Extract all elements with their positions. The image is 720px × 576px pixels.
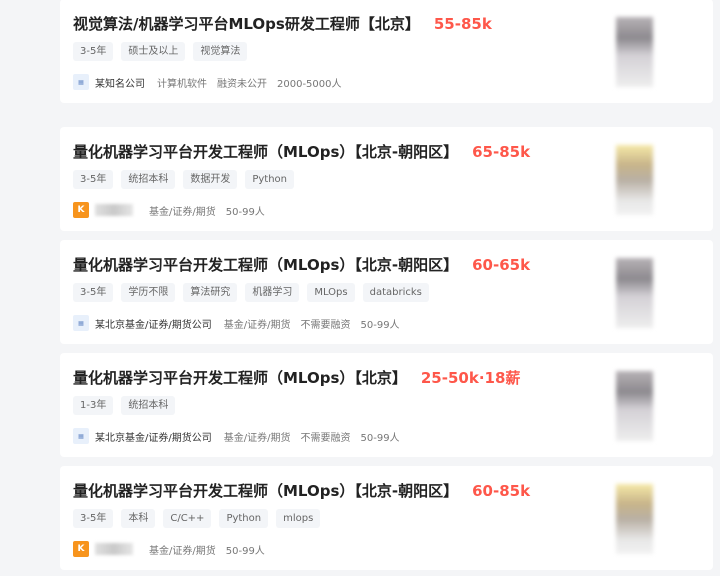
company-info: ▦ 某知名公司 计算机软件 融资未公开 2000-5000人 xyxy=(73,74,352,90)
job-title[interactable]: 视觉算法/机器学习平台MLOps研发工程师【北京】 xyxy=(73,13,420,34)
tag-skill: 数据开发 xyxy=(183,170,238,189)
recruiter-avatar[interactable] xyxy=(616,17,653,87)
tag-skill: C/C++ xyxy=(163,509,212,528)
company-size: 2000-5000人 xyxy=(277,78,342,90)
company-size: 50-99人 xyxy=(225,545,265,557)
job-list: 视觉算法/机器学习平台MLOps研发工程师【北京】 55-85k 3-5年 硕士… xyxy=(0,0,720,576)
company-name-blurred[interactable] xyxy=(95,543,133,555)
job-card[interactable]: 量化机器学习平台开发工程师（MLOps）【北京】 25-50k·18薪 1-3年… xyxy=(60,353,713,457)
job-salary: 60-65k xyxy=(472,256,531,274)
company-logo-icon[interactable]: K xyxy=(73,202,89,218)
job-salary: 65-85k xyxy=(472,143,531,161)
company-name[interactable]: 某北京基金/证券/期货公司 xyxy=(95,429,212,444)
tag-skill: 视觉算法 xyxy=(193,42,248,61)
company-funding: 融资未公开 xyxy=(217,78,267,90)
tag-skill: 机器学习 xyxy=(245,283,300,302)
job-title[interactable]: 量化机器学习平台开发工程师（MLOps）【北京-朝阳区】 xyxy=(73,141,458,162)
job-title[interactable]: 量化机器学习平台开发工程师（MLOps）【北京-朝阳区】 xyxy=(73,254,458,275)
company-name-blurred[interactable] xyxy=(95,204,133,216)
job-title-row: 量化机器学习平台开发工程师（MLOps）【北京-朝阳区】 65-85k xyxy=(73,141,530,162)
company-info: K 基金/证券/期货 50-99人 xyxy=(73,541,275,557)
job-card[interactable]: 量化机器学习平台开发工程师（MLOps）【北京-朝阳区】 60-65k 3-5年… xyxy=(60,240,713,344)
job-title-row: 视觉算法/机器学习平台MLOps研发工程师【北京】 55-85k xyxy=(73,13,492,34)
job-tags: 1-3年 统招本科 xyxy=(73,396,176,415)
tag-education: 统招本科 xyxy=(121,396,176,415)
tag-experience: 3-5年 xyxy=(73,509,114,528)
company-size: 50-99人 xyxy=(225,206,265,218)
company-funding: 不需要融资 xyxy=(300,432,351,444)
tag-experience: 1-3年 xyxy=(73,396,114,415)
company-info: K 基金/证券/期货 50-99人 xyxy=(73,202,275,218)
job-card[interactable]: 量化机器学习平台开发工程师（MLOps）【北京-朝阳区】 60-85k 3-5年… xyxy=(60,466,713,570)
tag-skill: Python xyxy=(219,509,269,528)
job-title[interactable]: 量化机器学习平台开发工程师（MLOps）【北京-朝阳区】 xyxy=(73,480,458,501)
recruiter-avatar[interactable] xyxy=(616,258,653,328)
company-info: ▦ 某北京基金/证券/期货公司 基金/证券/期货 不需要融资 50-99人 xyxy=(73,315,410,331)
company-info: ▦ 某北京基金/证券/期货公司 基金/证券/期货 不需要融资 50-99人 xyxy=(73,428,410,444)
company-logo-icon[interactable]: K xyxy=(73,541,89,557)
job-salary: 60-85k xyxy=(472,482,531,500)
company-logo-icon[interactable]: ▦ xyxy=(73,315,89,331)
tag-skill: Python xyxy=(245,170,295,189)
tag-skill: MLOps xyxy=(307,283,355,302)
company-industry: 基金/证券/期货 xyxy=(149,206,216,218)
job-card[interactable]: 量化机器学习平台开发工程师（MLOps）【北京-朝阳区】 65-85k 3-5年… xyxy=(60,127,713,231)
tag-experience: 3-5年 xyxy=(73,42,114,61)
company-industry: 计算机软件 xyxy=(157,78,207,90)
job-title-row: 量化机器学习平台开发工程师（MLOps）【北京-朝阳区】 60-85k xyxy=(73,480,530,501)
company-industry: 基金/证券/期货 xyxy=(223,432,291,444)
company-size: 50-99人 xyxy=(360,432,400,444)
company-logo-icon[interactable]: ▦ xyxy=(73,428,89,444)
tag-skill: mlops xyxy=(276,509,321,528)
tag-skill: databricks xyxy=(362,283,429,302)
tag-education: 统招本科 xyxy=(121,170,176,189)
job-salary: 55-85k xyxy=(433,15,492,33)
tag-experience: 3-5年 xyxy=(73,283,114,302)
company-industry: 基金/证券/期货 xyxy=(223,319,291,331)
company-name[interactable]: 某知名公司 xyxy=(95,75,145,90)
tag-education: 学历不限 xyxy=(121,283,176,302)
job-tags: 3-5年 学历不限 算法研究 机器学习 MLOps databricks xyxy=(73,283,429,302)
job-title[interactable]: 量化机器学习平台开发工程师（MLOps）【北京】 xyxy=(73,367,407,388)
company-funding: 不需要融资 xyxy=(300,319,351,331)
recruiter-avatar[interactable] xyxy=(616,484,653,554)
job-tags: 3-5年 硕士及以上 视觉算法 xyxy=(73,42,248,61)
job-salary: 25-50k·18薪 xyxy=(420,369,521,387)
recruiter-avatar[interactable] xyxy=(616,145,653,215)
job-tags: 3-5年 本科 C/C++ Python mlops xyxy=(73,509,321,528)
job-card[interactable]: 视觉算法/机器学习平台MLOps研发工程师【北京】 55-85k 3-5年 硕士… xyxy=(60,0,713,103)
job-tags: 3-5年 统招本科 数据开发 Python xyxy=(73,170,295,189)
job-title-row: 量化机器学习平台开发工程师（MLOps）【北京】 25-50k·18薪 xyxy=(73,367,520,388)
tag-skill: 算法研究 xyxy=(183,283,238,302)
tag-experience: 3-5年 xyxy=(73,170,114,189)
tag-education: 硕士及以上 xyxy=(121,42,186,61)
job-title-row: 量化机器学习平台开发工程师（MLOps）【北京-朝阳区】 60-65k xyxy=(73,254,530,275)
tag-education: 本科 xyxy=(121,509,156,528)
company-size: 50-99人 xyxy=(360,319,400,331)
recruiter-avatar[interactable] xyxy=(616,371,653,441)
company-name[interactable]: 某北京基金/证券/期货公司 xyxy=(95,316,212,331)
company-logo-icon[interactable]: ▦ xyxy=(73,74,89,90)
company-industry: 基金/证券/期货 xyxy=(149,545,216,557)
